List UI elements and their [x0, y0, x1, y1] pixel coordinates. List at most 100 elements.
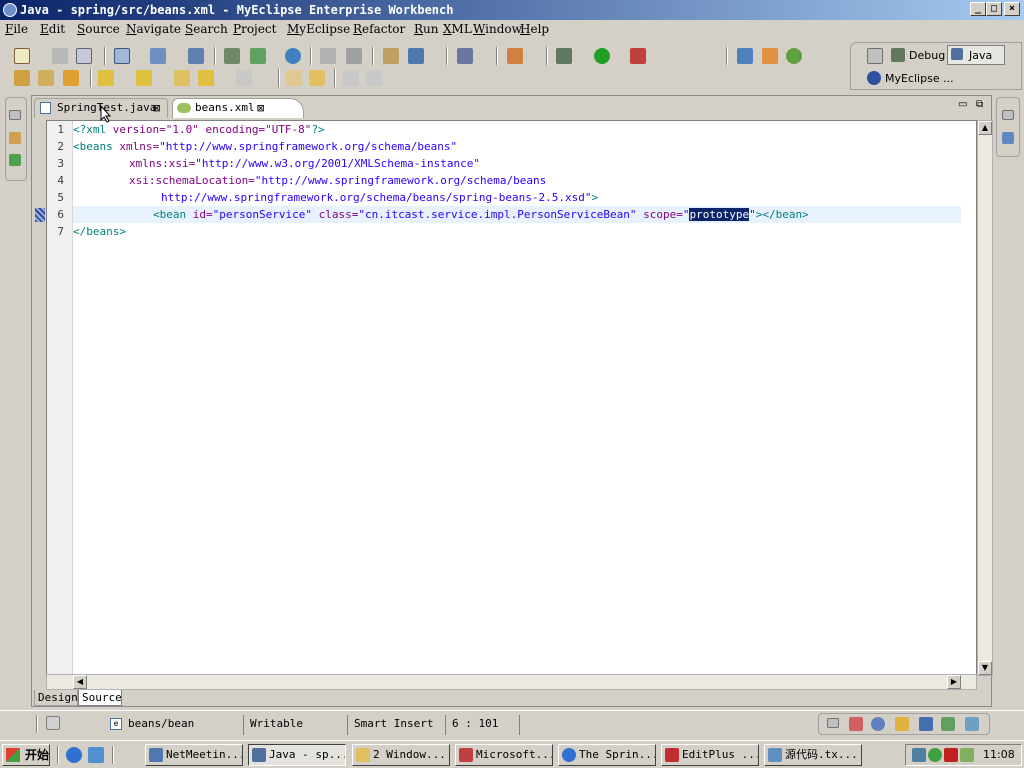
new-project-icon[interactable]: [737, 48, 753, 64]
problems-icon[interactable]: [849, 717, 863, 731]
menu-navigate[interactable]: Navigate: [126, 22, 181, 36]
prev-annotation-icon[interactable]: [136, 70, 152, 86]
run-icon[interactable]: [594, 48, 610, 64]
menu-xml[interactable]: XML: [443, 22, 472, 36]
vertical-scrollbar[interactable]: ▲ ▼: [977, 120, 993, 676]
task-spring-ie[interactable]: The Sprin...: [558, 744, 656, 766]
image-preview-icon[interactable]: [965, 717, 979, 731]
restore-icon[interactable]: [1002, 110, 1014, 120]
menu-myeclipse[interactable]: MyEclipse: [287, 22, 350, 36]
xml-source-editor[interactable]: 1 2 3 4 5 6 7 <?xml version="1.0" encodi…: [35, 120, 977, 676]
key-icon[interactable]: [38, 70, 54, 86]
task-microsoft[interactable]: Microsoft...: [455, 744, 553, 766]
tab-beans-xml[interactable]: beans.xml ⊠: [172, 98, 304, 118]
open-folder-icon[interactable]: [320, 48, 336, 64]
maximize-button[interactable]: □: [986, 2, 1002, 16]
web-icon[interactable]: [408, 48, 424, 64]
wand-icon[interactable]: [150, 48, 166, 64]
menu-search[interactable]: Search: [185, 22, 228, 36]
back-icon[interactable]: [198, 70, 214, 86]
start-button[interactable]: 开始: [2, 744, 50, 766]
perspective-java[interactable]: Java: [969, 49, 992, 62]
notepad-icon: [768, 748, 782, 762]
menu-run[interactable]: Run: [414, 22, 439, 36]
new-icon[interactable]: [14, 48, 30, 64]
scroll-up-icon[interactable]: ▲: [978, 121, 992, 135]
save-icon[interactable]: [52, 48, 68, 64]
expand-icon[interactable]: [343, 70, 359, 86]
package-explorer-icon[interactable]: [9, 132, 21, 144]
collapse-icon[interactable]: [366, 70, 382, 86]
export-icon[interactable]: [346, 48, 362, 64]
tab-design[interactable]: Design: [34, 690, 78, 706]
camera-icon[interactable]: [457, 48, 473, 64]
package-icon[interactable]: [383, 48, 399, 64]
minimize-editor-icon[interactable]: ▭: [958, 99, 967, 110]
menu-project[interactable]: Project: [233, 22, 276, 36]
xml-attr: xmlns:xsi=: [129, 157, 196, 170]
task-java-myeclipse[interactable]: Java - sp...: [248, 744, 346, 766]
declaration-icon[interactable]: [895, 717, 909, 731]
globe-icon[interactable]: [285, 48, 301, 64]
toggle-icon[interactable]: [309, 70, 325, 86]
outline-icon[interactable]: [1002, 132, 1014, 144]
task-source-txt[interactable]: 源代码.tx...: [764, 744, 862, 766]
javadoc-icon[interactable]: [871, 717, 885, 731]
close-tab-icon[interactable]: ⊠: [257, 99, 264, 117]
menu-refactor[interactable]: Refactor: [353, 22, 405, 36]
debug-icon[interactable]: [556, 48, 572, 64]
print-icon[interactable]: [76, 48, 92, 64]
web-project-icon[interactable]: [762, 48, 778, 64]
perspective-debug[interactable]: Debug: [909, 49, 945, 62]
pin-editor-icon[interactable]: [286, 70, 302, 86]
menu-source[interactable]: Source: [77, 22, 120, 36]
last-edit-icon[interactable]: [174, 70, 190, 86]
deploy-icon[interactable]: [224, 48, 240, 64]
next-annotation-icon[interactable]: [98, 70, 114, 86]
windows-taskbar: 开始 NetMeetin... Java - sp... 2 Window...…: [0, 740, 1024, 768]
antivirus-icon[interactable]: [928, 748, 942, 762]
servers-icon[interactable]: [941, 717, 955, 731]
console-icon[interactable]: [919, 717, 933, 731]
scroll-right-icon[interactable]: ▶: [947, 675, 961, 689]
close-tab-icon[interactable]: ⊠: [153, 99, 160, 117]
show-desktop-icon[interactable]: [88, 747, 104, 763]
maximize-editor-icon[interactable]: ⧉: [976, 99, 983, 110]
menu-edit[interactable]: Edit: [40, 22, 65, 36]
menu-help[interactable]: Help: [520, 22, 549, 36]
server-icon[interactable]: [250, 48, 266, 64]
hierarchy-icon[interactable]: [9, 154, 21, 166]
menu-file[interactable]: File: [5, 22, 28, 36]
forward-icon[interactable]: [236, 70, 252, 86]
menu-window[interactable]: Window: [473, 22, 522, 36]
volume-icon[interactable]: [960, 748, 974, 762]
scroll-down-icon[interactable]: ▼: [978, 661, 992, 675]
taskbar-separator: [57, 746, 59, 764]
open-type-icon[interactable]: [114, 48, 130, 64]
network-icon[interactable]: [912, 748, 926, 762]
task-netmeeting[interactable]: NetMeetin...: [145, 744, 243, 766]
xml-tag: </beans>: [73, 225, 126, 238]
minimize-button[interactable]: _: [970, 2, 986, 16]
restore-icon[interactable]: [9, 110, 21, 120]
tab-source[interactable]: Source: [78, 690, 122, 706]
perspective-myeclipse[interactable]: MyEclipse ...: [885, 72, 954, 85]
ie-icon[interactable]: [66, 747, 82, 763]
clock[interactable]: 11:08: [983, 745, 1015, 765]
scroll-left-icon[interactable]: ◀: [73, 675, 87, 689]
close-button[interactable]: ×: [1004, 2, 1020, 16]
search-icon[interactable]: [188, 48, 204, 64]
task-editplus[interactable]: EditPlus ...: [661, 744, 759, 766]
external-tools-icon[interactable]: [630, 48, 646, 64]
perspective-switcher: Debug Java MyEclipse ...: [850, 42, 1022, 90]
refresh-icon[interactable]: [786, 48, 802, 64]
restore-icon[interactable]: [827, 718, 839, 728]
new-class-icon[interactable]: [507, 48, 523, 64]
task-windows-group[interactable]: 2 Window...: [352, 744, 450, 766]
horizontal-scrollbar[interactable]: ◀ ▶: [46, 674, 977, 690]
open-perspective-icon[interactable]: [867, 48, 883, 64]
kaspersky-icon[interactable]: [944, 748, 958, 762]
folder-icon[interactable]: [63, 70, 79, 86]
open-icon[interactable]: [14, 70, 30, 86]
fast-view-icon[interactable]: [46, 716, 60, 730]
